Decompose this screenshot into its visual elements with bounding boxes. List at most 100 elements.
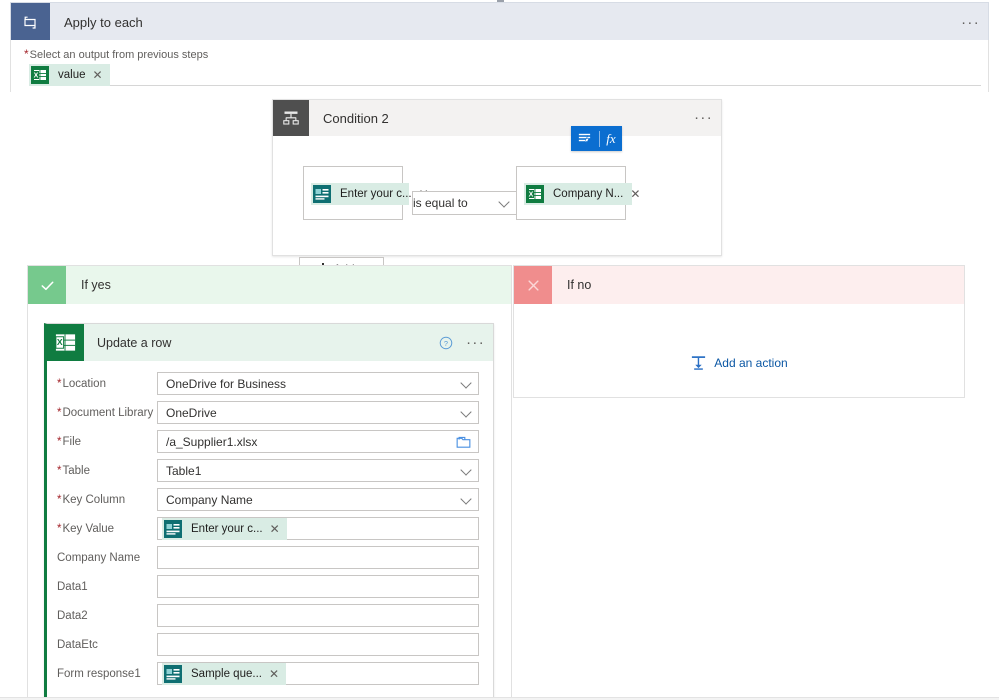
field-label-dataetc: DataEtc xyxy=(57,639,157,651)
token-chip-left-operand[interactable]: Enter your c... ✕ xyxy=(311,183,429,205)
field-label-table: *Table xyxy=(57,465,157,477)
fx-icon: fx xyxy=(606,130,616,146)
required-indicator: * xyxy=(57,406,62,419)
form-row: *File/a_Supplier1.xlsx xyxy=(47,427,493,456)
condition-card[interactable]: Condition 2 ... Enter your c... is equal… xyxy=(272,99,722,280)
token-label: value xyxy=(58,68,86,81)
svg-text:X: X xyxy=(529,191,534,198)
field-input-key-value[interactable]: Enter your c... ✕ xyxy=(157,517,479,540)
field-value: Table1 xyxy=(166,463,202,478)
dynamic-content-button[interactable] xyxy=(571,131,599,146)
update-a-row-header: X Update a row ? ... xyxy=(47,324,493,361)
token-label: Enter your c... xyxy=(340,188,412,200)
forms-icon xyxy=(163,664,183,684)
field-label-location: *Location xyxy=(57,378,157,390)
chevron-down-icon xyxy=(460,492,472,505)
field-label-key-column: *Key Column xyxy=(57,494,157,506)
token-label: Enter your c... xyxy=(191,522,263,535)
help-button[interactable]: ? xyxy=(433,323,459,362)
field-input-company-name[interactable] xyxy=(157,546,479,569)
token-remove-icon[interactable]: ✕ xyxy=(630,188,647,200)
field-input-data1[interactable] xyxy=(157,575,479,598)
field-label-text: Key Value xyxy=(62,522,115,535)
update-a-row-card[interactable]: X Update a row ? ... *Location OneDrive f… xyxy=(44,323,494,700)
field-label-key-value: *Key Value xyxy=(57,523,157,535)
help-circle-icon: ? xyxy=(439,336,453,349)
field-label-text: Table xyxy=(62,464,90,477)
field-value: OneDrive for Business xyxy=(166,376,287,391)
field-label-text: Document Library xyxy=(62,406,154,419)
excel-icon: X xyxy=(525,184,545,204)
token-chip-value[interactable]: X value ✕ xyxy=(29,63,110,86)
condition-menu-button[interactable]: ... xyxy=(687,99,721,138)
dynamic-content-icon xyxy=(579,133,591,145)
form-row: *Key Column Company Name xyxy=(47,485,493,514)
form-row: Company Name xyxy=(47,543,493,572)
field-input-form-response1[interactable]: Sample que... ✕ xyxy=(157,662,479,685)
checkmark-icon xyxy=(28,266,66,304)
condition-body: Enter your c... ✕ is equal to xyxy=(273,136,721,280)
field-input-dataetc[interactable] xyxy=(157,633,479,656)
apply-to-each-card-header[interactable]: Apply to each ... xyxy=(10,2,989,42)
add-an-action-label: Add an action xyxy=(714,355,788,370)
field-label-file: *File xyxy=(57,436,157,448)
chevron-down-icon xyxy=(460,405,472,418)
field-label-document-library: *Document Library xyxy=(57,407,157,419)
condition-left-operand[interactable]: Enter your c... ✕ xyxy=(303,166,429,220)
expression-button[interactable]: fx xyxy=(600,131,622,147)
token-chip[interactable]: Sample que... ✕ xyxy=(162,662,287,685)
form-row: *Location OneDrive for Business xyxy=(47,369,493,398)
form-row: DataEtc xyxy=(47,630,493,659)
field-label-text: Key Column xyxy=(62,493,126,506)
form-row: Form response1 Sample que... ✕ xyxy=(47,659,493,688)
field-label-text: Data1 xyxy=(57,580,88,593)
apply-to-each-title: Apply to each xyxy=(64,15,143,30)
token-remove-icon[interactable]: ✕ xyxy=(93,69,110,81)
field-input-key-column[interactable]: Company Name xyxy=(157,488,479,511)
field-input-file[interactable]: /a_Supplier1.xlsx xyxy=(157,430,479,453)
form-row: *Table Table1 xyxy=(47,456,493,485)
dynamic-content-toolbar[interactable]: fx xyxy=(571,126,622,151)
loop-icon xyxy=(11,3,50,42)
if-yes-header: If yes xyxy=(28,266,511,304)
form-row: Data2 xyxy=(47,601,493,630)
add-action-icon xyxy=(692,356,706,370)
apply-to-each-menu-button[interactable]: ... xyxy=(954,3,988,42)
token-label: Company N... xyxy=(553,188,624,200)
condition-operator-select[interactable]: is equal to xyxy=(412,191,517,215)
close-x-icon xyxy=(514,266,552,304)
svg-text:X: X xyxy=(57,337,63,347)
if-no-branch: If no Add an action xyxy=(513,265,965,398)
required-indicator: * xyxy=(24,47,29,61)
svg-text:X: X xyxy=(34,72,39,79)
apply-to-each-output-input[interactable]: X value ✕ xyxy=(29,63,981,86)
field-label-text: Location xyxy=(62,377,106,390)
condition-operator-value: is equal to xyxy=(413,196,468,210)
apply-to-each-field-label: Select an output from previous steps xyxy=(29,49,209,61)
field-value: /a_Supplier1.xlsx xyxy=(166,434,258,449)
field-input-table[interactable]: Table1 xyxy=(157,459,479,482)
field-label-text: Form response1 xyxy=(57,667,141,680)
update-a-row-menu-button[interactable]: ... xyxy=(459,323,493,362)
form-row: Data1 xyxy=(47,572,493,601)
field-input-location[interactable]: OneDrive for Business xyxy=(157,372,479,395)
token-remove-icon[interactable]: ✕ xyxy=(269,668,286,680)
chevron-down-icon xyxy=(460,376,472,389)
excel-icon: X xyxy=(47,324,84,361)
folder-icon[interactable] xyxy=(456,435,471,452)
field-label-text: File xyxy=(62,435,82,448)
add-an-action-button[interactable]: Add an action xyxy=(514,354,964,371)
update-a-row-fields: *Location OneDrive for Business *Document … xyxy=(47,361,493,688)
required-indicator: * xyxy=(57,377,62,390)
token-chip[interactable]: Enter your c... ✕ xyxy=(162,517,287,540)
token-remove-icon[interactable]: ✕ xyxy=(270,523,287,535)
required-indicator: * xyxy=(57,435,62,448)
flow-designer-canvas: Apply to each ... *Select an output from… xyxy=(0,0,999,700)
field-input-data2[interactable] xyxy=(157,604,479,627)
if-yes-label: If yes xyxy=(81,278,111,292)
excel-icon: X xyxy=(30,65,50,85)
field-input-document-library[interactable]: OneDrive xyxy=(157,401,479,424)
condition-right-operand[interactable]: X Company N... ✕ xyxy=(516,166,640,220)
token-chip-right-operand[interactable]: X Company N... ✕ xyxy=(524,183,640,205)
field-label-form-response1: Form response1 xyxy=(57,668,157,680)
